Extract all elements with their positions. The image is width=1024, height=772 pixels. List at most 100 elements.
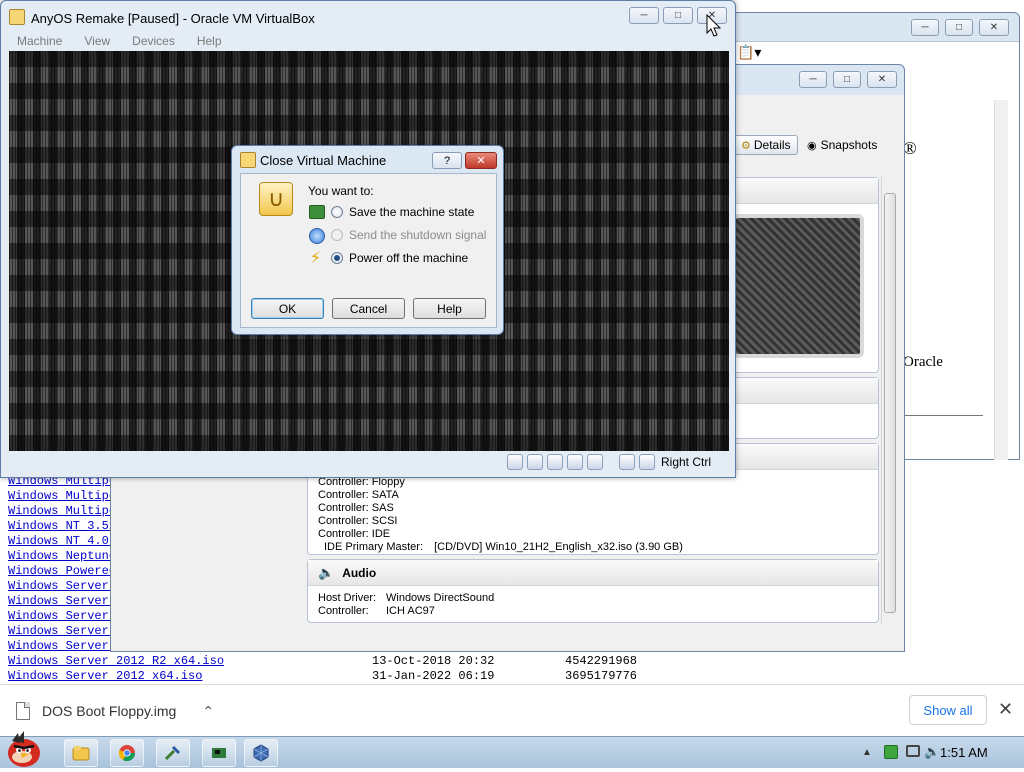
close-button[interactable]: ✕: [465, 152, 497, 169]
option-save-state[interactable]: Save the machine state: [331, 205, 474, 219]
file-link[interactable]: Windows NT 4.0 S: [8, 534, 123, 548]
taskbar-app-board[interactable]: [202, 739, 236, 767]
vm-preview-thumbnail: [732, 214, 864, 358]
details-scrollbar[interactable]: [881, 177, 897, 625]
folder-icon: [72, 746, 90, 761]
tab-details-label: Details: [753, 138, 791, 152]
close-vm-dialog: Close Virtual Machine ? ✕ ∪ You want to:…: [231, 145, 504, 335]
close-button[interactable]: ✕: [979, 19, 1009, 36]
tools-icon: [164, 745, 181, 761]
file-link[interactable]: Windows Neptune: [8, 549, 116, 563]
clipboard-settings-icon[interactable]: 📋▾: [737, 44, 761, 61]
taskbar-explorer[interactable]: [64, 739, 98, 767]
show-all-button[interactable]: Show all: [909, 695, 987, 725]
taskbar-app-tools[interactable]: [156, 739, 190, 767]
file-link[interactable]: Windows Server 2: [8, 639, 123, 653]
angry-bird-icon: [8, 731, 40, 767]
list-item: Windows Server 2012 x64.iso 31-Jan-2022 0…: [8, 669, 637, 684]
file-link[interactable]: Windows Server 2: [8, 579, 123, 593]
lightning-icon: ⚡: [310, 250, 322, 267]
radio-save-state[interactable]: [331, 206, 343, 218]
minimize-button[interactable]: ─: [629, 7, 659, 24]
list-item: Windows Multipoi: [8, 504, 123, 519]
tab-details[interactable]: ⚙ Details: [734, 135, 798, 155]
audio-panel: 🔈 Audio Host Driver: Windows DirectSound …: [307, 559, 879, 623]
list-item: Windows NT 3.51: [8, 519, 116, 534]
camera-icon: ◉: [807, 139, 817, 152]
list-item: Windows Server 2: [8, 624, 123, 639]
maximize-button[interactable]: □: [945, 19, 973, 36]
start-button[interactable]: [2, 731, 48, 769]
gear-icon: ⚙: [741, 139, 751, 152]
tray-show-hidden-icon[interactable]: ▲: [862, 747, 872, 758]
virtualbox-icon: [253, 744, 269, 762]
file-link[interactable]: Windows Multipoi: [8, 489, 123, 503]
audio-header[interactable]: 🔈 Audio: [308, 560, 878, 586]
host-driver-value: Windows DirectSound: [386, 592, 495, 604]
file-link[interactable]: Windows Server 2012 R2 x64.iso: [8, 654, 224, 668]
list-item: Windows Neptune: [8, 549, 116, 564]
menu-devices[interactable]: Devices: [132, 34, 175, 48]
file-link[interactable]: Windows Powered: [8, 564, 116, 578]
network-icon[interactable]: [906, 745, 920, 757]
list-item: Windows Server 2: [8, 639, 123, 654]
tab-snapshots[interactable]: ◉ Snapshots: [801, 135, 883, 155]
list-item: Windows Powered: [8, 564, 116, 579]
oracle-label: Oracle: [903, 354, 943, 370]
chrome-icon: [118, 745, 136, 762]
taskbar-chrome[interactable]: [110, 739, 144, 767]
virtualbox-app-icon: [240, 152, 256, 168]
power-cord-icon: ∪: [259, 182, 293, 216]
list-item: Windows Server 2: [8, 594, 123, 609]
list-item: Windows NT 4.0 S: [8, 534, 123, 549]
window-title: AnyOS Remake [Paused] - Oracle VM Virtua…: [31, 11, 315, 26]
mouse-integration-icon[interactable]: [618, 454, 635, 470]
download-item[interactable]: DOS Boot Floppy.img ⌃: [16, 697, 214, 725]
maximize-button[interactable]: □: [833, 71, 861, 88]
video-capture-icon[interactable]: [586, 454, 603, 470]
help-caption-button[interactable]: ?: [432, 152, 462, 169]
volume-icon[interactable]: 🔈: [924, 744, 940, 760]
cancel-button[interactable]: Cancel: [332, 298, 405, 319]
minimize-button[interactable]: ─: [799, 71, 827, 88]
file-link[interactable]: Windows Server 2: [8, 609, 123, 623]
option-shutdown-signal: Send the shutdown signal: [331, 228, 486, 242]
menu-view[interactable]: View: [84, 34, 110, 48]
file-link[interactable]: Windows Server 2012 x64.iso: [8, 669, 202, 683]
file-link[interactable]: Windows Server 2: [8, 624, 123, 638]
vertical-scrollbar[interactable]: [994, 100, 1008, 460]
radio-power-off[interactable]: [331, 252, 343, 264]
menu-bar: Machine View Devices Help: [9, 31, 729, 51]
optical-drive-icon[interactable]: [526, 454, 543, 470]
scrollbar-thumb[interactable]: [884, 193, 896, 613]
file-date: 31-Jan-2022 06:19: [372, 669, 495, 683]
menu-help[interactable]: Help: [197, 34, 222, 48]
host-key-icon[interactable]: [638, 454, 655, 470]
taskbar-virtualbox[interactable]: [244, 739, 278, 767]
option-label: Save the machine state: [349, 205, 475, 219]
file-link[interactable]: Windows Server 2: [8, 594, 123, 608]
download-file-name: DOS Boot Floppy.img: [42, 703, 177, 719]
storage-line: Controller: SATA: [318, 489, 399, 501]
status-bar: Right Ctrl: [9, 451, 729, 473]
dialog-body: ∪ You want to: Save the machine state Se…: [240, 173, 497, 328]
dialog-prompt: You want to:: [308, 184, 374, 198]
maximize-button[interactable]: □: [663, 7, 693, 24]
help-button[interactable]: Help: [413, 298, 486, 319]
network-adapter-icon[interactable]: [546, 454, 563, 470]
tray-clock[interactable]: 1:51 AM: [940, 745, 988, 760]
option-power-off[interactable]: Power off the machine: [331, 251, 468, 265]
file-link[interactable]: Windows Multipoi: [8, 504, 123, 518]
mouse-cursor-icon: [706, 14, 722, 37]
minimize-button[interactable]: ─: [911, 19, 939, 36]
shared-folders-icon[interactable]: [566, 454, 583, 470]
file-link[interactable]: Windows NT 3.51: [8, 519, 116, 533]
close-button[interactable]: ✕: [867, 71, 897, 88]
chevron-up-icon[interactable]: ⌃: [202, 703, 214, 720]
file-size: 3695179776: [565, 669, 638, 683]
battery-icon[interactable]: [884, 745, 898, 759]
close-icon[interactable]: ✕: [998, 699, 1013, 720]
menu-machine[interactable]: Machine: [17, 34, 62, 48]
hard-disk-icon[interactable]: [506, 454, 523, 470]
ok-button[interactable]: OK: [251, 298, 324, 319]
